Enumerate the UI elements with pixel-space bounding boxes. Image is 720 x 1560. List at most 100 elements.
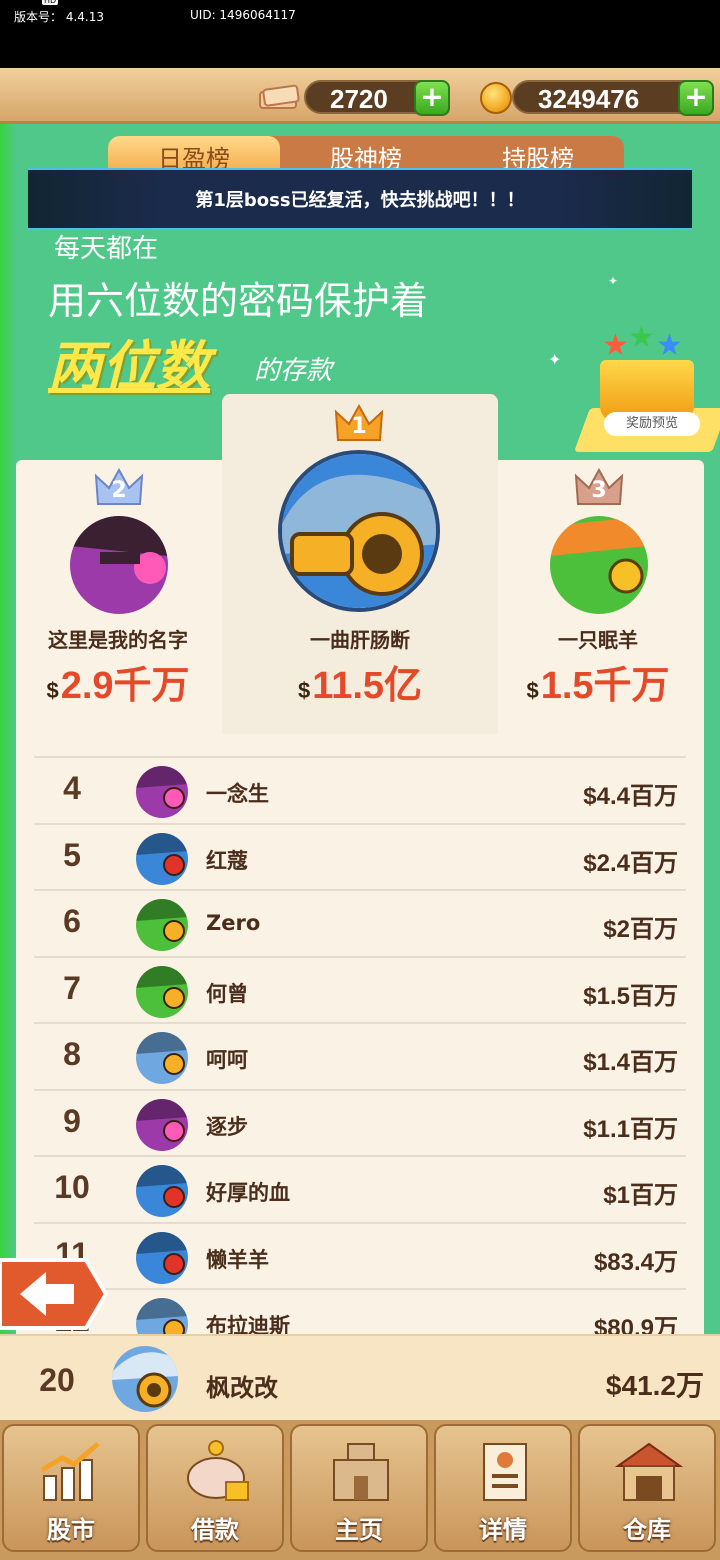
- announcement-banner: 第1层boss已经复活，快去挑战吧！！！: [28, 168, 692, 230]
- row-name: 懒羊羊: [206, 1247, 269, 1272]
- my-rank-number: 20: [39, 1362, 75, 1398]
- sparkle-icon: ✦: [608, 274, 619, 288]
- sparkle-icon: ✦: [548, 350, 562, 369]
- row-name: 何曾: [206, 981, 248, 1006]
- table-row[interactable]: 7 何曾 $1.5百万: [34, 955, 686, 1022]
- nav-warehouse[interactable]: 仓库: [578, 1424, 716, 1552]
- row-avatar: [136, 766, 188, 818]
- slogan-tail: 的存款: [254, 356, 333, 386]
- second-rank-badge: 2: [94, 468, 144, 508]
- second-place-amount: $2.9千万: [20, 654, 216, 709]
- row-avatar: [136, 1165, 188, 1217]
- row-avatar: [136, 965, 188, 1018]
- row-amount: $1.5百万: [583, 982, 678, 1010]
- nav-label: 主页: [335, 1516, 383, 1544]
- add-coins-button[interactable]: +: [678, 80, 714, 116]
- row-name: 逐步: [206, 1114, 248, 1139]
- home-icon: [333, 1443, 389, 1501]
- second-place-avatar[interactable]: [70, 516, 168, 614]
- table-row[interactable]: 12布拉迪斯$80.9万: [34, 1288, 686, 1334]
- my-rank-bar: 20 枫改改 $41.2万: [0, 1334, 720, 1420]
- first-rank-badge: 1: [334, 404, 384, 444]
- row-rank: 7: [63, 969, 81, 1006]
- third-rank-badge: 3: [574, 468, 624, 508]
- table-row[interactable]: 10 好厚的血 $1百万: [34, 1155, 686, 1221]
- third-place-amount: $1.5千万: [500, 654, 696, 709]
- row-amount: $83.4万: [593, 1248, 678, 1276]
- row-avatar: [136, 1231, 188, 1284]
- hd-badge: HD: [42, 0, 59, 5]
- stock-chart-icon: [40, 1442, 100, 1501]
- row-amount: $2.4百万: [583, 849, 678, 877]
- table-row[interactable]: 6 Zero $2百万: [34, 889, 686, 955]
- row-name: 呵呵: [206, 1048, 248, 1072]
- first-place-value: 11.5亿: [312, 665, 423, 707]
- row-rank: 10: [54, 1169, 90, 1205]
- slogan-line2: 用六位数的密码保护着: [48, 279, 429, 323]
- star-icon: ★: [656, 328, 683, 363]
- cash-counter: 2720 +: [304, 80, 450, 116]
- status-bar: HD 版本号： 4.4.13 UID: 1496064117: [0, 0, 720, 68]
- row-amount: $4.4百万: [583, 783, 678, 810]
- row-name: 红蔻: [206, 848, 248, 873]
- version-text: 版本号： 4.4.13: [14, 10, 104, 24]
- slogan-line1: 每天都在: [54, 234, 159, 264]
- table-row[interactable]: 11 懒羊羊 $83.4万: [34, 1221, 686, 1288]
- nav-label: 详情: [479, 1516, 527, 1544]
- slogan-highlight: 两位数: [48, 334, 210, 398]
- row-amount: $1.1百万: [583, 1115, 678, 1143]
- back-arrow-button[interactable]: [0, 1256, 108, 1332]
- add-cash-button[interactable]: +: [414, 80, 450, 116]
- first-place-amount: $11.5亿: [222, 654, 498, 709]
- row-avatar: [136, 899, 188, 951]
- nav-label: 股市: [47, 1516, 95, 1544]
- second-place-value: 2.9千万: [60, 665, 190, 707]
- table-row[interactable]: 9 逐步 $1.1百万: [34, 1088, 686, 1155]
- nav-details[interactable]: 详情: [434, 1424, 572, 1552]
- cash-icon: [259, 84, 300, 109]
- third-rank-number: 3: [591, 478, 607, 503]
- star-icon: ★: [602, 328, 629, 363]
- row-rank: 4: [63, 770, 81, 806]
- row-name: 一念生: [206, 782, 269, 806]
- first-rank-number: 1: [351, 414, 367, 439]
- my-avatar[interactable]: [112, 1346, 178, 1412]
- warehouse-icon: [614, 1442, 684, 1501]
- row-amount: $2百万: [603, 916, 678, 943]
- row-rank: 6: [63, 903, 81, 939]
- my-name: 枫改改: [206, 1374, 278, 1402]
- table-row[interactable]: 5 红蔻 $2.4百万: [34, 822, 686, 889]
- reward-preview-button[interactable]: ★ ★ ★ 奖励预览: [573, 320, 720, 456]
- coin-counter: 3249476 +: [512, 80, 714, 116]
- rank-list[interactable]: 4 一念生 $4.4百万 5 红蔻 $2.4百万 6 Zero $2百万 7 何曾 $1.5百万 8 呵呵…: [34, 756, 686, 1334]
- nav-loan[interactable]: 借款: [146, 1424, 284, 1552]
- third-place-avatar[interactable]: [550, 516, 648, 614]
- currency-symbol: $: [297, 678, 311, 703]
- announcement-text: 第1层boss已经复活，快去挑战吧！！！: [195, 190, 525, 211]
- profile-card-icon: [483, 1443, 527, 1501]
- row-rank: 5: [63, 836, 81, 873]
- row-avatar: [136, 1098, 188, 1151]
- row-amount: $1.4百万: [583, 1049, 678, 1076]
- row-amount: $1百万: [603, 1182, 678, 1209]
- row-rank: 9: [63, 1102, 81, 1139]
- third-place-value: 1.5千万: [540, 665, 670, 707]
- piggy-bank-icon: [187, 1440, 249, 1501]
- currency-symbol: $: [46, 678, 59, 703]
- star-icon: ★: [628, 320, 655, 355]
- row-name: Zero: [206, 911, 261, 935]
- table-row[interactable]: 8 呵呵 $1.4百万: [34, 1022, 686, 1088]
- third-place-name: 一只眠羊: [558, 628, 638, 652]
- second-rank-number: 2: [111, 478, 127, 503]
- cash-value: 2720: [330, 84, 388, 114]
- uid-text: UID: 1496064117: [190, 8, 296, 22]
- table-row[interactable]: 4 一念生 $4.4百万: [34, 756, 686, 822]
- nav-home[interactable]: 主页: [290, 1424, 428, 1552]
- row-amount: $80.9万: [593, 1315, 678, 1334]
- currency-symbol: $: [526, 678, 539, 703]
- coin-value: 3249476: [538, 84, 640, 114]
- row-name: 布拉迪斯: [206, 1314, 290, 1334]
- row-name: 好厚的血: [206, 1181, 290, 1205]
- first-place-avatar[interactable]: [278, 450, 440, 612]
- nav-stock-market[interactable]: 股市: [2, 1424, 140, 1552]
